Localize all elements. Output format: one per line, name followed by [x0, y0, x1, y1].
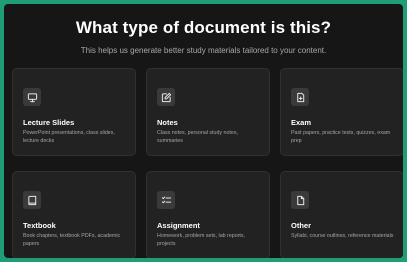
card-description: PowerPoint presentations, class slides, …	[23, 130, 115, 144]
book-icon	[23, 191, 41, 209]
exam-document-icon	[291, 88, 309, 106]
page-subtitle: This helps us generate better study mate…	[80, 46, 327, 55]
card-title: Assignment	[157, 221, 200, 230]
card-description: Book chapters, textbook PDFs, academic p…	[23, 233, 121, 247]
file-icon	[291, 191, 309, 209]
card-title: Exam	[291, 118, 312, 127]
lecture-slides-card[interactable]: Lecture Slides PowerPoint presentations,…	[12, 68, 136, 156]
document-type-dialog: What type of document is this? This help…	[4, 4, 403, 258]
card-description: Past papers, practice tests, quizzes, ex…	[291, 130, 391, 144]
other-card[interactable]: Other Syllabi, course outlines, referenc…	[280, 171, 403, 258]
exam-card[interactable]: Exam Past papers, practice tests, quizze…	[280, 68, 403, 156]
assignment-card[interactable]: Assignment Homework, problem sets, lab r…	[146, 171, 270, 258]
page-title: What type of document is this?	[75, 18, 332, 37]
card-title: Notes	[157, 118, 178, 127]
checklist-icon	[157, 191, 175, 209]
card-description: Homework, problem sets, lab reports, pro…	[157, 233, 246, 247]
card-title: Textbook	[23, 221, 56, 230]
edit-note-icon	[157, 88, 175, 106]
card-title: Lecture Slides	[23, 118, 75, 127]
textbook-card[interactable]: Textbook Book chapters, textbook PDFs, a…	[12, 171, 136, 258]
card-description: Class notes, personal study notes, summa…	[157, 130, 238, 144]
card-description: Syllabi, course outlines, reference mate…	[291, 233, 394, 239]
notes-card[interactable]: Notes Class notes, personal study notes,…	[146, 68, 270, 156]
presentation-icon	[23, 88, 41, 106]
card-title: Other	[291, 221, 312, 230]
